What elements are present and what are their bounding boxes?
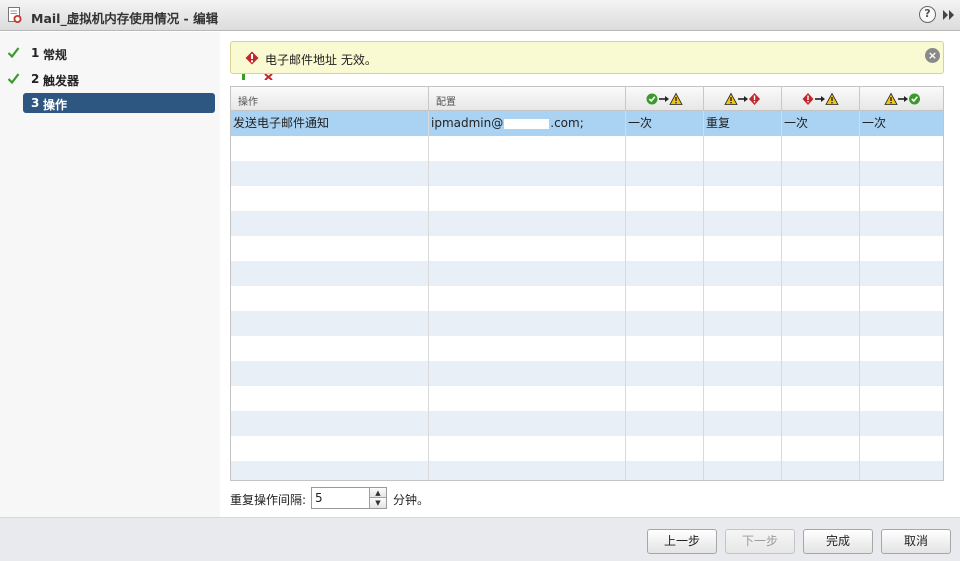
repeat-interval-label: 重复操作间隔: [230,493,307,507]
back-button[interactable]: 上一步 [647,529,717,554]
action-cell: 发送电子邮件通知 [233,116,330,130]
warning-to-error-icon [724,92,760,105]
empty-row [231,411,943,436]
column-divider [781,111,782,480]
column-divider [703,111,704,480]
step-number: 3 [31,96,40,110]
empty-row [231,136,943,161]
empty-row [231,461,943,480]
empty-row [231,186,943,211]
step-label: 常规 [43,48,68,62]
repeat-cell: 一次 [862,116,887,130]
warning-to-ok-icon [884,92,920,105]
repeat-cell: 重复 [706,116,731,130]
close-icon[interactable]: × [925,48,940,63]
column-header-warning-to-error[interactable] [704,87,782,111]
column-divider [625,111,626,480]
decrement-icon[interactable]: ▼ [369,498,386,508]
repeat-cell: 一次 [628,116,653,130]
empty-row [231,286,943,311]
config-cell: ipmadmin@ .com; [429,111,626,136]
wizard-sidebar: 1 常规 2 触发器 3 操作 [0,32,220,517]
column-header-ok-to-warning[interactable] [626,87,704,111]
empty-row [231,261,943,286]
expand-icon[interactable] [942,9,956,21]
increment-icon[interactable]: ▲ [369,488,386,498]
step-number: 1 [31,46,40,60]
empty-row [231,211,943,236]
next-button[interactable]: 下一步 [725,529,795,554]
add-action-icon[interactable] [242,74,245,80]
column-header-warning-to-ok[interactable] [860,87,943,111]
window-titlebar: Mail_虚拟机内存使用情况 - 编辑 ? [0,0,960,31]
validation-alert: 电子邮件地址 无效。 × [230,41,944,74]
wizard-step-actions[interactable]: 3 操作 [23,93,215,113]
empty-row [231,236,943,261]
repeat-cell: 一次 [784,116,809,130]
ok-to-warning-icon [646,92,683,105]
wizard-step-general[interactable]: 1 常规 [0,43,220,63]
actions-table: 操作 配置 发送电子邮件通知 ipmadmin@ .com; 一次 重复 一次 … [230,86,944,481]
empty-row [231,161,943,186]
main-panel: 电子邮件地址 无效。 × 操作 配置 发送电子邮件通知 ipmadmin@ .c… [220,32,960,517]
column-header-action[interactable]: 操作 [231,87,429,111]
repeat-interval-row: 重复操作间隔: 5 ▲ ▼ 分钟。 [230,487,630,509]
repeat-interval-unit: 分钟。 [393,493,430,507]
column-divider [859,111,860,480]
empty-row [231,311,943,336]
config-value-tail: .com; [550,116,584,130]
empty-row [231,436,943,461]
empty-row [231,336,943,361]
wizard-step-triggers[interactable]: 2 触发器 [0,69,220,89]
help-icon[interactable]: ? [919,6,936,23]
empty-row [231,386,943,411]
column-divider [428,111,429,480]
repeat-interval-stepper[interactable]: 5 ▲ ▼ [311,487,387,509]
cancel-button[interactable]: 取消 [881,529,951,554]
checkmark-icon [7,73,20,85]
redacted-block [504,118,550,129]
step-label: 操作 [43,98,68,112]
finish-button[interactable]: 完成 [803,529,873,554]
dialog-footer: 上一步 下一步 完成 取消 [0,517,960,561]
error-icon [245,51,259,65]
column-header-config[interactable]: 配置 [429,87,626,111]
error-to-warning-icon [802,92,839,105]
window-title: Mail_虚拟机内存使用情况 - 编辑 [31,11,219,26]
alarm-document-icon [8,7,22,23]
column-header-error-to-warning[interactable] [782,87,860,111]
config-value: ipmadmin@ [431,116,504,130]
table-header: 操作 配置 [231,87,943,111]
alert-message: 电子邮件地址 无效。 [265,53,377,67]
remove-action-icon[interactable] [264,74,273,80]
repeat-interval-value[interactable]: 5 [315,491,323,505]
table-row[interactable]: 发送电子邮件通知 ipmadmin@ .com; 一次 重复 一次 一次 [231,111,943,136]
step-label: 触发器 [43,74,80,88]
step-number: 2 [31,72,40,86]
empty-row [231,361,943,386]
checkmark-icon [7,47,20,59]
